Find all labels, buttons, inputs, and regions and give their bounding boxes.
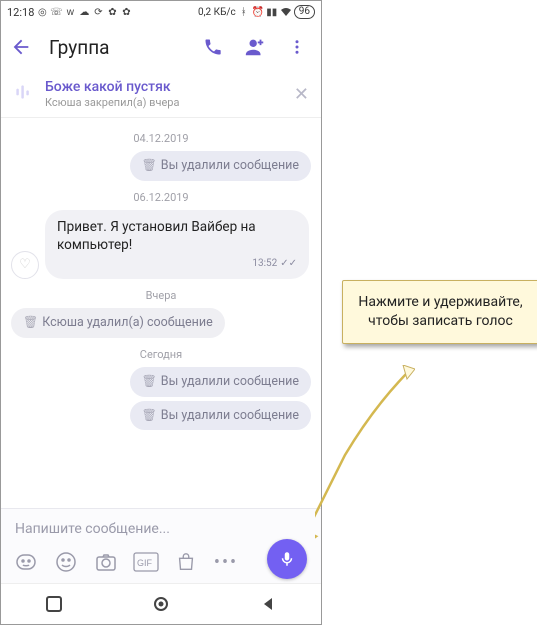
date-separator: 06.12.2019 bbox=[11, 191, 311, 204]
shop-button[interactable] bbox=[173, 549, 199, 575]
vk-icon: ᴡ bbox=[64, 6, 76, 18]
status-time: 12:18 bbox=[7, 6, 34, 19]
data-rate: 0,2 КБ/с bbox=[198, 7, 236, 18]
nav-recent-button[interactable] bbox=[43, 593, 65, 615]
status-bar: 12:18 ◎ ☏ ᴡ ☁ ⟳ ✿ ✿ 0,2 КБ/с ᚼ ⏰ ▮▮ 96 bbox=[1, 1, 321, 23]
message-input[interactable]: Напишите сообщение... bbox=[9, 515, 313, 547]
message-row: 🗑Вы удалили сообщение bbox=[11, 401, 311, 431]
deleted-message[interactable]: 🗑Ксюша удалил(а) сообщение bbox=[11, 308, 225, 338]
message-row: 🗑Вы удалили сообщение bbox=[11, 151, 311, 181]
deleted-message[interactable]: 🗑Вы удалили сообщение bbox=[130, 151, 311, 181]
instagram-icon: ◎ bbox=[36, 6, 48, 18]
date-separator: 04.12.2019 bbox=[11, 132, 311, 145]
voice-record-button[interactable] bbox=[267, 539, 307, 579]
trash-icon: 🗑 bbox=[142, 158, 157, 172]
incoming-message[interactable]: Привет. Я установил Вайбер на компьютер!… bbox=[45, 210, 309, 279]
input-bar: Напишите сообщение... GIF ••• bbox=[1, 508, 321, 583]
signal-icon: ▮▮ bbox=[266, 6, 278, 18]
message-row: ♡ Привет. Я установил Вайбер на компьюте… bbox=[11, 210, 311, 279]
chat-title[interactable]: Группа bbox=[49, 36, 185, 59]
more-button[interactable] bbox=[283, 33, 311, 61]
emoji-button[interactable] bbox=[53, 549, 79, 575]
like-button[interactable]: ♡ bbox=[11, 251, 39, 279]
gif-button[interactable]: GIF bbox=[133, 549, 159, 575]
camera-button[interactable] bbox=[93, 549, 119, 575]
message-row: 🗑Ксюша удалил(а) сообщение bbox=[11, 308, 311, 338]
date-separator: Вчера bbox=[11, 289, 311, 302]
deleted-message[interactable]: 🗑Вы удалили сообщение bbox=[130, 367, 311, 397]
wifi-icon bbox=[280, 6, 292, 18]
phone-frame: 12:18 ◎ ☏ ᴡ ☁ ⟳ ✿ ✿ 0,2 КБ/с ᚼ ⏰ ▮▮ 96 Г… bbox=[0, 0, 322, 625]
back-button[interactable] bbox=[7, 33, 35, 61]
nav-home-button[interactable] bbox=[150, 593, 172, 615]
annotation-callout: Нажмите и удерживайте, чтобы записать го… bbox=[342, 280, 537, 344]
add-user-button[interactable] bbox=[241, 33, 269, 61]
trash-icon: 🗑 bbox=[23, 315, 38, 329]
pinned-message[interactable]: Боже какой пустяк Ксюша закрепил(а) вчер… bbox=[1, 71, 321, 118]
android-nav-bar bbox=[1, 583, 321, 624]
more-options-button[interactable]: ••• bbox=[213, 549, 239, 575]
settings2-icon: ✿ bbox=[120, 6, 132, 18]
pinned-subtitle: Ксюша закрепил(а) вчера bbox=[45, 96, 282, 109]
cloud-icon: ☁ bbox=[78, 6, 90, 18]
alarm-icon: ⏰ bbox=[252, 6, 264, 18]
chat-header: Группа bbox=[1, 23, 321, 71]
deleted-message[interactable]: 🗑Вы удалили сообщение bbox=[130, 401, 311, 431]
settings-icon: ✿ bbox=[106, 6, 118, 18]
trash-icon: 🗑 bbox=[142, 374, 157, 388]
nav-back-button[interactable] bbox=[257, 593, 279, 615]
sticker-button[interactable] bbox=[13, 549, 39, 575]
read-icon: ✓✓ bbox=[280, 257, 297, 271]
annotation-arrow bbox=[315, 365, 415, 545]
bluetooth-icon: ᚼ bbox=[238, 6, 250, 18]
message-time: 13:52 bbox=[252, 257, 277, 271]
audio-bars-icon bbox=[13, 82, 33, 106]
call-button[interactable] bbox=[199, 33, 227, 61]
whatsapp-icon: ☏ bbox=[50, 6, 62, 18]
pinned-title: Боже какой пустяк bbox=[45, 79, 282, 95]
date-separator: Сегодня bbox=[11, 348, 311, 361]
trash-icon: 🗑 bbox=[142, 408, 157, 422]
sync-icon: ⟳ bbox=[92, 6, 104, 18]
chat-scroll[interactable]: 04.12.2019 🗑Вы удалили сообщение 06.12.2… bbox=[1, 118, 321, 508]
unpin-button[interactable]: ✕ bbox=[294, 84, 309, 105]
battery-indicator: 96 bbox=[294, 5, 315, 19]
svg-text:GIF: GIF bbox=[137, 558, 153, 568]
message-row: 🗑Вы удалили сообщение bbox=[11, 367, 311, 397]
